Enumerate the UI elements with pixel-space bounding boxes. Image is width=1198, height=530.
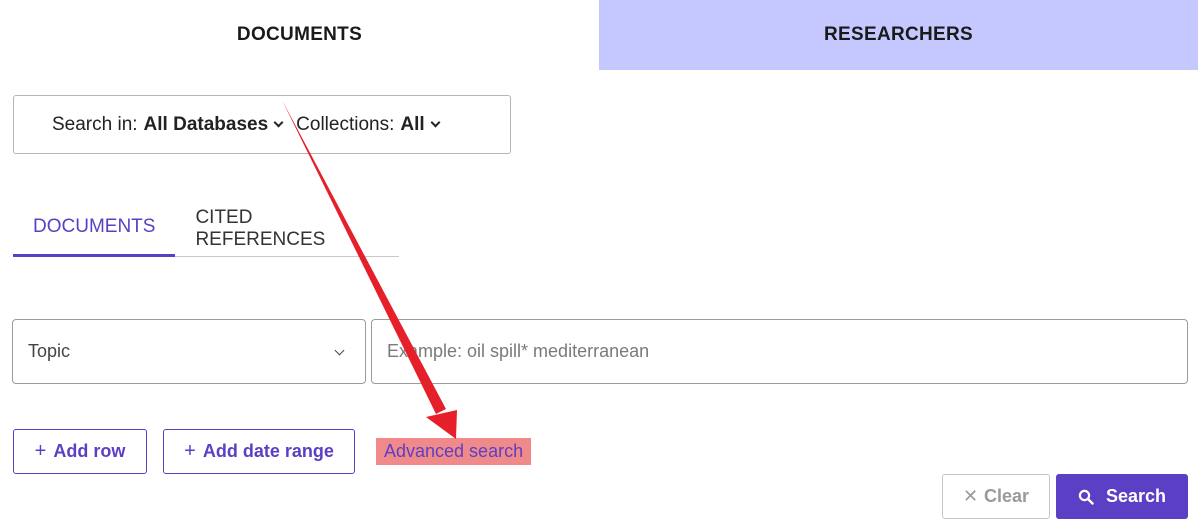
chevron-down-icon (334, 345, 345, 356)
plus-icon: + (184, 440, 196, 462)
tab-documents-search[interactable]: DOCUMENTS (13, 200, 176, 257)
add-date-range-button[interactable]: + Add date range (163, 429, 355, 474)
close-icon: ✕ (962, 486, 979, 506)
collections-dropdown[interactable]: All (400, 113, 441, 136)
search-field-value: Topic (28, 341, 71, 361)
chevron-down-icon (273, 117, 284, 128)
chevron-down-icon (430, 117, 441, 128)
search-field-select[interactable]: Topic (12, 319, 366, 384)
search-input[interactable] (371, 319, 1188, 384)
search-label: Search (1105, 486, 1167, 506)
top-tab-bar: DOCUMENTS RESEARCHERS (0, 0, 1198, 70)
collections-label: Collections: (296, 113, 395, 135)
clear-button[interactable]: ✕ Clear (942, 474, 1050, 519)
search-in-dropdown[interactable]: All Databases (143, 113, 284, 136)
clear-label: Clear (984, 486, 1030, 506)
search-in-value: All Databases (143, 113, 269, 135)
tab-documents[interactable]: DOCUMENTS (0, 0, 599, 70)
add-date-range-label: Add date range (202, 441, 334, 461)
collections-value: All (400, 113, 425, 135)
plus-icon: + (34, 440, 47, 462)
advanced-search-link[interactable]: Advanced search (376, 438, 532, 465)
tab-researchers[interactable]: RESEARCHERS (599, 0, 1198, 70)
add-row-label: Add row (53, 441, 126, 461)
add-row-button[interactable]: + Add row (13, 429, 147, 474)
search-icon (1078, 489, 1094, 505)
tab-cited-references[interactable]: CITED REFERENCES (175, 200, 399, 257)
database-selector: Search in: All Databases Collections: Al… (13, 95, 511, 154)
search-type-tabs: DOCUMENTS CITED REFERENCES (13, 200, 399, 257)
search-in-label: Search in: (52, 113, 138, 135)
search-button[interactable]: Search (1056, 474, 1188, 519)
